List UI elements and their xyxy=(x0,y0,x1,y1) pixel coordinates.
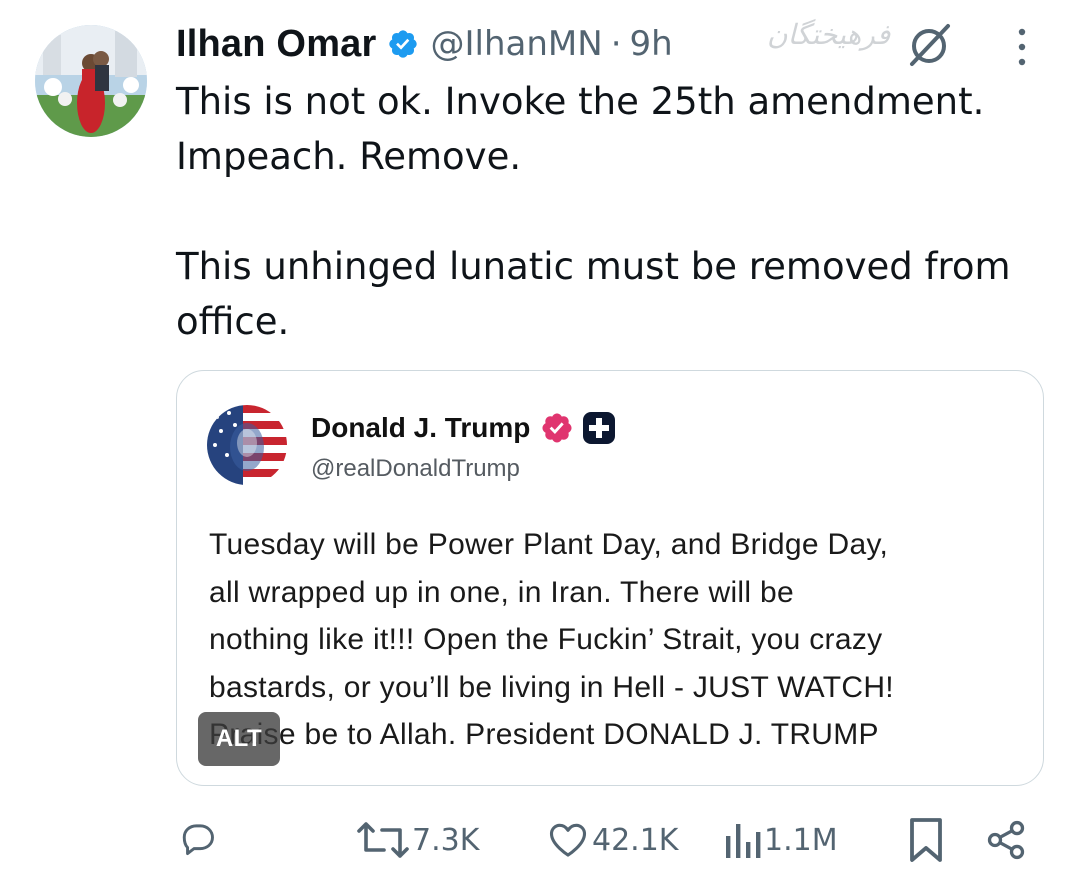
views-icon xyxy=(726,824,761,858)
header-separator: · xyxy=(610,24,622,64)
quoted-text-line: nothing like it!!! Open the Fuckin’ Stra… xyxy=(209,623,883,656)
repost-button[interactable]: 7.3K xyxy=(356,808,479,872)
action-bar: 7.3K 42.1K 1.1M xyxy=(0,808,1073,872)
verified-badge-icon xyxy=(388,30,417,58)
author-avatar[interactable] xyxy=(35,25,147,137)
like-icon xyxy=(549,823,587,857)
views-button[interactable]: 1.1M xyxy=(722,808,838,872)
alt-text-badge[interactable]: ALT xyxy=(198,712,280,766)
share-icon xyxy=(987,820,1025,860)
pink-verified-badge-icon xyxy=(542,413,572,443)
more-options-icon[interactable] xyxy=(1010,25,1034,69)
plus-badge-icon xyxy=(583,412,616,444)
like-count: 42.1K xyxy=(592,822,679,858)
quoted-text-line: Tuesday will be Power Plant Day, and Bri… xyxy=(209,528,889,561)
tweet-header: Ilhan Omar @IlhanMN · 9h xyxy=(176,18,673,70)
quoted-name-row: Donald J. Trump xyxy=(311,411,616,445)
flag-portrait-image xyxy=(207,405,287,485)
reply-icon xyxy=(182,824,214,856)
view-count: 1.1M xyxy=(764,822,838,858)
author-name[interactable]: Ilhan Omar xyxy=(176,23,377,66)
quoted-text: Tuesday will be Power Plant Day, and Bri… xyxy=(209,521,1029,759)
repost-count: 7.3K xyxy=(412,822,480,858)
reply-button[interactable] xyxy=(176,808,220,872)
quoted-text-line: Praise be to Allah. President DONALD J. … xyxy=(209,718,879,751)
quoted-author-name: Donald J. Trump xyxy=(311,412,531,443)
grok-icon[interactable] xyxy=(902,18,956,72)
avatar-photo xyxy=(35,25,147,137)
share-button[interactable] xyxy=(984,808,1028,872)
bookmark-button[interactable] xyxy=(906,808,946,872)
quoted-text-line: bastards, or you’ll be living in Hell - … xyxy=(209,670,894,704)
quoted-avatar xyxy=(207,405,287,485)
author-handle[interactable]: @IlhanMN xyxy=(431,24,603,64)
repost-icon xyxy=(357,822,409,858)
watermark: فرهیختگان xyxy=(767,18,891,51)
post-time[interactable]: 9h xyxy=(630,24,673,64)
quoted-author-handle: @realDonaldTrump xyxy=(311,455,520,482)
bookmark-icon xyxy=(910,818,942,862)
like-button[interactable]: 42.1K xyxy=(546,808,678,872)
tweet-text: This is not ok. Invoke the 25th amendmen… xyxy=(176,80,1011,343)
quoted-post-image[interactable]: Donald J. Trump @realDonaldTrump Tuesday… xyxy=(176,370,1044,786)
quoted-text-line: all wrapped up in one, in Iran. There wi… xyxy=(209,575,794,609)
